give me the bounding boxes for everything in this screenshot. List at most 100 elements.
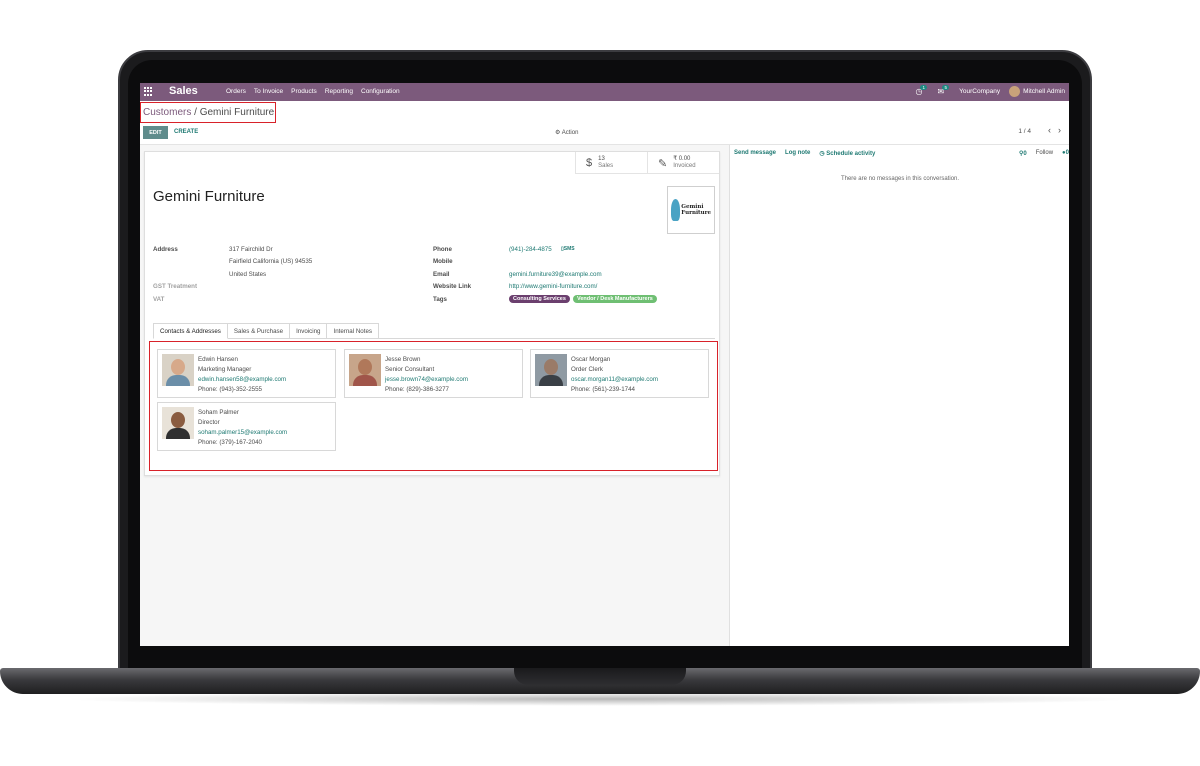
invoiced-label: Invoiced	[673, 163, 696, 169]
chatter-topbar: Send message Log note ◷ Schedule activit…	[734, 150, 875, 157]
breadcrumb: Customers / Gemini Furniture	[143, 107, 274, 118]
follow-button[interactable]: Follow	[1036, 150, 1053, 157]
odoo-screen: Sales Orders To Invoice Products Reporti…	[140, 83, 1069, 646]
top-navbar: Sales Orders To Invoice Products Reporti…	[140, 83, 1069, 101]
sms-label: SMS	[563, 246, 575, 252]
messages-icon[interactable]: ✉ 5	[937, 85, 949, 96]
user-name: Mitchell Admin	[1023, 88, 1065, 96]
chatter-panel: Send message Log note ◷ Schedule activit…	[731, 145, 1069, 646]
tag-vendor-desk-manufacturers[interactable]: Vendor / Desk Manufacturers	[573, 295, 657, 303]
logo-text-furniture: Furniture	[681, 210, 711, 216]
pager-arrows: ‹ ›	[1048, 125, 1061, 135]
menu-orders[interactable]: Orders	[226, 88, 246, 95]
action-dropdown[interactable]: ⚙ Action	[555, 129, 578, 136]
contact-card[interactable]: Edwin Hansen Marketing Manager edwin.han…	[157, 349, 336, 398]
contact-phone: Phone: (561)-239-1744	[571, 386, 635, 393]
contact-phone: Phone: (829)-386-3277	[385, 386, 449, 393]
contact-card[interactable]: Oscar Morgan Order Clerk oscar.morgan11@…	[530, 349, 709, 398]
company-switcher[interactable]: YourCompany	[959, 88, 1000, 95]
pager-value[interactable]: 1 / 4	[1018, 128, 1031, 135]
sales-label: Sales	[598, 163, 614, 169]
contact-email[interactable]: soham.palmer15@example.com	[198, 428, 287, 438]
attachment-button[interactable]: ⚲0	[1019, 150, 1027, 157]
company-logo[interactable]: Gemini Furniture	[667, 186, 715, 234]
user-menu[interactable]: Mitchell Admin	[1009, 86, 1065, 97]
breadcrumb-current: Gemini Furniture	[199, 107, 275, 118]
website-value[interactable]: http://www.gemini-furniture.com/	[509, 283, 597, 290]
schedule-activity-button[interactable]: ◷ Schedule activity	[819, 150, 875, 157]
laptop-shadow	[60, 692, 1140, 706]
edit-icon: ✎	[658, 157, 668, 170]
contact-phone: Phone: (379)-167-2040	[198, 439, 262, 446]
send-message-button[interactable]: Send message	[734, 150, 776, 157]
breadcrumb-customers[interactable]: Customers	[143, 107, 191, 118]
vat-label: VAT	[153, 296, 165, 303]
contact-email[interactable]: jesse.brown74@example.com	[385, 375, 468, 385]
tags-label: Tags	[433, 296, 447, 303]
empty-messages: There are no messages in this conversati…	[840, 176, 960, 182]
contact-photo	[535, 354, 567, 386]
chair-logo-icon	[671, 199, 681, 221]
contact-email[interactable]: oscar.morgan11@example.com	[571, 375, 658, 385]
chevron-right-icon[interactable]: ›	[1058, 125, 1061, 135]
control-panel: Customers / Gemini Furniture EDIT CREATE…	[140, 101, 1069, 145]
chevron-left-icon[interactable]: ‹	[1048, 125, 1051, 135]
contact-card[interactable]: Soham Palmer Director soham.palmer15@exa…	[157, 402, 336, 451]
contact-photo	[349, 354, 381, 386]
tab-contacts-addresses[interactable]: Contacts & Addresses	[153, 323, 228, 339]
tab-internal-notes[interactable]: Internal Notes	[327, 323, 380, 339]
form-sheet: $ 13 Sales ✎ ₹ 0.00 Invoiced Gemini Furnit…	[144, 151, 720, 476]
record-title: Gemini Furniture	[153, 188, 265, 205]
city-value: Fairfield California (US) 94535	[229, 258, 313, 265]
tag-consulting-services[interactable]: Consulting Services	[509, 295, 570, 303]
followers-count: 0	[1065, 150, 1069, 156]
sms-button[interactable]: ▯SMS	[561, 246, 575, 252]
edit-button[interactable]: EDIT	[143, 126, 168, 139]
country-value: United States	[229, 271, 267, 278]
sales-stat-button[interactable]: $ 13 Sales	[575, 152, 647, 174]
attachment-count: 0	[1023, 151, 1027, 157]
contact-title: Senior Consultant	[385, 366, 435, 373]
activity-icon[interactable]: ◷ 1	[915, 85, 927, 96]
sales-count: 13	[598, 156, 605, 162]
create-button[interactable]: CREATE	[174, 129, 198, 135]
tab-invoicing[interactable]: Invoicing	[290, 323, 328, 339]
smart-button-box: $ 13 Sales ✎ ₹ 0.00 Invoiced	[575, 152, 719, 174]
contact-email[interactable]: edwin.hansen58@example.com	[198, 375, 286, 385]
laptop-notch	[514, 668, 686, 685]
dollar-icon: $	[586, 157, 593, 169]
contact-card[interactable]: Jesse Brown Senior Consultant jesse.brow…	[344, 349, 523, 398]
action-label: Action	[561, 130, 579, 136]
menu-products[interactable]: Products	[291, 88, 317, 95]
email-label: Email	[433, 271, 450, 278]
notebook-tabs: Contacts & Addresses Sales & Purchase In…	[153, 323, 380, 339]
schedule-activity-label: Schedule activity	[826, 151, 876, 157]
activity-count: 1	[920, 85, 927, 90]
menu-reporting[interactable]: Reporting	[325, 88, 353, 95]
followers-button[interactable]: ●0	[1062, 150, 1069, 157]
menu-configuration[interactable]: Configuration	[361, 88, 400, 95]
contact-name: Edwin Hansen	[198, 356, 238, 363]
clock-icon: ◷	[819, 151, 825, 157]
tab-sales-purchase[interactable]: Sales & Purchase	[227, 323, 291, 339]
mobile-label: Mobile	[433, 258, 453, 265]
chatter-actions: ⚲0 Follow ●0	[1019, 150, 1069, 157]
laptop-mockup: Sales Orders To Invoice Products Reporti…	[0, 0, 1200, 766]
breadcrumb-separator: /	[194, 107, 197, 118]
main-menu: Orders To Invoice Products Reporting Con…	[226, 88, 400, 95]
invoiced-stat-button[interactable]: ✎ ₹ 0.00 Invoiced	[647, 152, 719, 174]
contact-title: Marketing Manager	[198, 366, 252, 373]
website-label: Website Link	[433, 283, 472, 290]
contact-title: Director	[198, 419, 220, 426]
invoiced-amount: ₹ 0.00	[673, 156, 691, 162]
street-value: 317 Fairchild Dr	[229, 246, 273, 253]
contact-phone: Phone: (943)-352-2555	[198, 386, 262, 393]
log-note-button[interactable]: Log note	[785, 150, 810, 157]
email-value[interactable]: gemini.furniture39@example.com	[509, 271, 602, 278]
app-name[interactable]: Sales	[169, 85, 198, 97]
phone-value[interactable]: (941)-284-4875	[509, 246, 552, 253]
menu-to-invoice[interactable]: To Invoice	[254, 88, 283, 95]
phone-label: Phone	[433, 246, 452, 253]
gst-label: GST Treatment	[153, 283, 198, 290]
apps-menu-icon[interactable]	[144, 87, 153, 96]
